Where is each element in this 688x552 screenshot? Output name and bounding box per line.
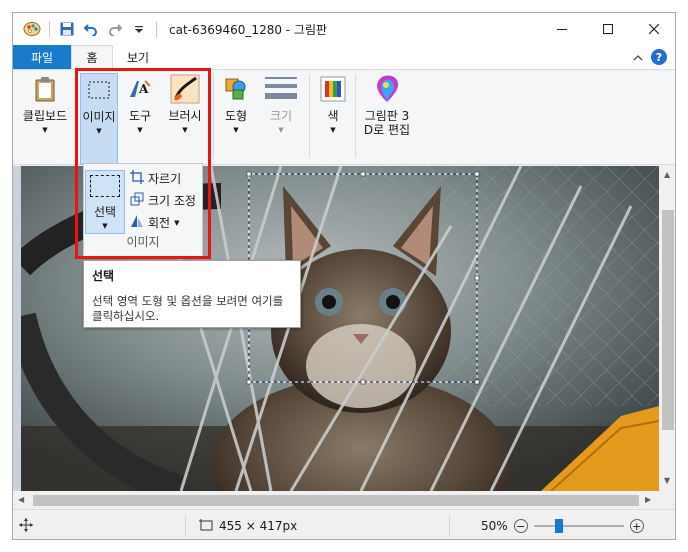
image-size: 455 × 417px bbox=[199, 510, 298, 539]
brushes-label: 브러시 bbox=[168, 109, 202, 123]
ribbon-divider bbox=[75, 74, 76, 158]
crop-label: 자르기 bbox=[148, 172, 182, 186]
scroll-left-icon[interactable]: ◀ bbox=[18, 495, 24, 504]
brush-icon bbox=[169, 73, 201, 105]
resize-label: 크기 조정 bbox=[148, 194, 196, 208]
image-group-button[interactable]: 이미지 ▼ bbox=[80, 73, 118, 165]
rotate-label: 회전 bbox=[148, 216, 171, 230]
maximize-button[interactable] bbox=[585, 13, 631, 45]
vertical-scroll-thumb[interactable] bbox=[662, 210, 674, 430]
rotate-icon bbox=[130, 214, 144, 231]
resize-icon bbox=[130, 192, 144, 209]
size-label: 크기 bbox=[269, 109, 293, 123]
vertical-scrollbar[interactable]: ▲ ▼ bbox=[659, 166, 675, 491]
brushes-button[interactable]: 브러시 ▼ bbox=[163, 73, 207, 134]
rotate-button[interactable]: 회전 ▼ bbox=[130, 214, 179, 231]
line-size-icon bbox=[265, 73, 297, 105]
status-divider bbox=[185, 516, 186, 536]
clipboard-label: 클립보드 bbox=[22, 109, 68, 123]
chevron-down-icon: ▼ bbox=[174, 218, 180, 227]
paint3d-label: 그림판 3 D로 편집 bbox=[363, 109, 411, 137]
colors-label: 색 bbox=[327, 109, 339, 123]
paint-window: cat-6369460_1280 - 그림판 파일 홈 보기 ? 클립보드 ▼ … bbox=[12, 12, 676, 540]
chevron-down-icon: ▼ bbox=[102, 222, 108, 230]
shapes-button[interactable]: 도형 ▼ bbox=[217, 73, 255, 134]
scroll-right-icon[interactable]: ▶ bbox=[645, 495, 651, 504]
color-palette-icon bbox=[317, 73, 349, 105]
crop-icon bbox=[130, 170, 144, 187]
select-rectangle-icon bbox=[90, 175, 120, 197]
scrollbar-corner bbox=[659, 491, 675, 509]
paint3d-icon bbox=[371, 73, 403, 105]
image-dropdown-panel: 선택 ▼ 자르기 크기 조정 회전 ▼ 이미지 bbox=[83, 163, 203, 257]
chevron-down-icon: ▼ bbox=[233, 126, 239, 134]
chevron-down-icon: ▼ bbox=[96, 127, 102, 135]
tab-home[interactable]: 홈 bbox=[71, 45, 113, 69]
colors-button[interactable]: 색 ▼ bbox=[315, 73, 351, 134]
chevron-down-icon: ▼ bbox=[182, 126, 188, 134]
scroll-up-icon[interactable]: ▲ bbox=[664, 170, 670, 179]
horizontal-scrollbar[interactable]: ◀ ▶ bbox=[13, 491, 659, 509]
tools-icon: A bbox=[124, 73, 156, 105]
help-button[interactable]: ? bbox=[651, 49, 667, 65]
chevron-down-icon: ▼ bbox=[137, 126, 143, 134]
zoom-in-button[interactable]: + bbox=[629, 519, 644, 533]
scroll-down-icon[interactable]: ▼ bbox=[664, 476, 670, 485]
tooltip-body: 선택 영역 도형 및 옵션을 보려면 여기를 클릭하십시오. bbox=[92, 294, 284, 323]
clipboard-button[interactable]: 클립보드 ▼ bbox=[19, 73, 71, 134]
select-label: 선택 bbox=[93, 205, 117, 219]
tools-label: 도구 bbox=[128, 109, 152, 123]
clipboard-icon bbox=[29, 73, 61, 105]
image-group-label: 이미지 bbox=[126, 235, 160, 249]
save-icon[interactable] bbox=[58, 20, 76, 38]
zoom-level: 50% bbox=[481, 519, 508, 533]
ribbon-tabs: 파일 홈 보기 bbox=[13, 45, 675, 69]
undo-icon[interactable] bbox=[82, 20, 100, 38]
move-cursor-icon bbox=[19, 517, 33, 535]
select-icon bbox=[83, 74, 115, 106]
horizontal-scroll-thumb[interactable] bbox=[33, 495, 639, 506]
size-button[interactable]: 크기 ▼ bbox=[261, 73, 301, 134]
chevron-down-icon: ▼ bbox=[42, 126, 48, 134]
ribbon-divider bbox=[213, 74, 214, 158]
select-tooltip: 선택 선택 영역 도형 및 옵션을 보려면 여기를 클릭하십시오. bbox=[83, 260, 301, 328]
qat-separator bbox=[156, 21, 157, 37]
tooltip-title: 선택 bbox=[92, 269, 115, 283]
image-label: 이미지 bbox=[82, 110, 116, 124]
chevron-down-icon: ▼ bbox=[330, 126, 336, 134]
tab-view[interactable]: 보기 bbox=[113, 45, 163, 69]
image-dimensions: 455 × 417px bbox=[219, 519, 298, 533]
zoom-slider-thumb[interactable] bbox=[554, 519, 563, 533]
edit-in-paint3d-button[interactable]: 그림판 3 D로 편집 bbox=[359, 73, 415, 137]
customize-qat-icon[interactable] bbox=[130, 20, 148, 38]
ribbon: 클립보드 ▼ 이미지 ▼ A 도구 ▼ 브러시 ▼ 도형 ▼ 크기 ▼ 색 ▼ … bbox=[13, 69, 675, 165]
collapse-ribbon-icon[interactable] bbox=[633, 51, 643, 65]
zoom-slider[interactable] bbox=[533, 519, 624, 533]
qat-separator bbox=[49, 21, 50, 37]
status-bar: 455 × 417px 50% − + bbox=[13, 509, 675, 539]
resize-button[interactable]: 크기 조정 bbox=[130, 192, 196, 209]
quick-access-toolbar bbox=[13, 20, 159, 38]
paint-app-icon[interactable] bbox=[23, 20, 41, 38]
title-bar: cat-6369460_1280 - 그림판 bbox=[13, 13, 675, 45]
crop-button[interactable]: 자르기 bbox=[130, 170, 181, 187]
zoom-slider-track bbox=[533, 525, 624, 527]
redo-icon[interactable] bbox=[106, 20, 124, 38]
zoom-controls: 50% − + bbox=[481, 510, 644, 539]
window-title: cat-6369460_1280 - 그림판 bbox=[169, 22, 328, 37]
zoom-out-button[interactable]: − bbox=[513, 519, 528, 533]
image-size-icon bbox=[199, 518, 213, 534]
status-divider bbox=[449, 516, 450, 536]
tab-file[interactable]: 파일 bbox=[13, 45, 71, 69]
minimize-button[interactable] bbox=[539, 13, 585, 45]
shapes-label: 도형 bbox=[224, 109, 248, 123]
tools-button[interactable]: A 도구 ▼ bbox=[123, 73, 157, 134]
close-button[interactable] bbox=[631, 13, 675, 45]
ribbon-divider bbox=[309, 74, 310, 158]
cursor-position bbox=[19, 510, 33, 539]
chevron-down-icon: ▼ bbox=[278, 126, 284, 134]
select-button[interactable]: 선택 ▼ bbox=[85, 170, 125, 234]
ribbon-divider bbox=[355, 74, 356, 158]
shapes-icon bbox=[220, 73, 252, 105]
